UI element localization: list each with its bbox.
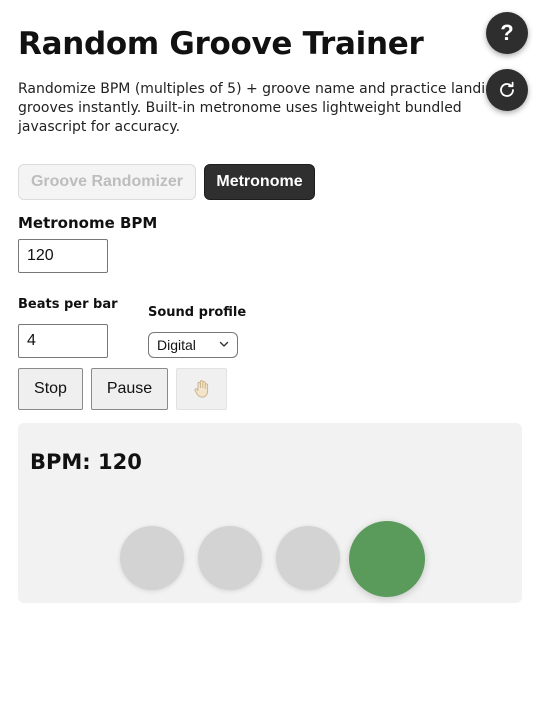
- metronome-display-panel: BPM: 120: [18, 423, 522, 603]
- beat-indicator: [276, 526, 340, 590]
- pause-button[interactable]: Pause: [91, 368, 168, 410]
- beats-per-bar-input[interactable]: 4: [18, 324, 108, 358]
- beat-indicator: [120, 526, 184, 590]
- refresh-icon: [500, 81, 514, 97]
- app-description: Randomize BPM (multiples of 5) + groove …: [18, 81, 503, 135]
- sound-profile-label: Sound profile: [148, 305, 247, 320]
- bpm-input[interactable]: 120: [18, 239, 108, 273]
- stop-button[interactable]: Stop: [18, 368, 83, 410]
- beats-per-bar-label: Beats per bar: [18, 297, 118, 312]
- bpm-label: Metronome BPM: [18, 214, 158, 232]
- tab-metronome[interactable]: Metronome: [204, 164, 315, 200]
- tap-tempo-button[interactable]: [176, 368, 227, 410]
- beat-indicator: [349, 521, 425, 597]
- tab-groove-randomizer[interactable]: Groove Randomizer: [18, 164, 196, 200]
- question-icon: ?: [500, 20, 514, 45]
- chevron-down-icon: [219, 341, 229, 347]
- beat-indicator: [198, 526, 262, 590]
- sound-profile-select[interactable]: Digital: [148, 332, 238, 358]
- bpm-readout: BPM: 120: [30, 450, 142, 474]
- reset-button[interactable]: [486, 69, 528, 111]
- hand-icon: [194, 380, 208, 398]
- sound-profile-value: Digital: [157, 337, 196, 353]
- page-title: Random Groove Trainer: [18, 26, 424, 62]
- help-button[interactable]: ?: [486, 12, 528, 54]
